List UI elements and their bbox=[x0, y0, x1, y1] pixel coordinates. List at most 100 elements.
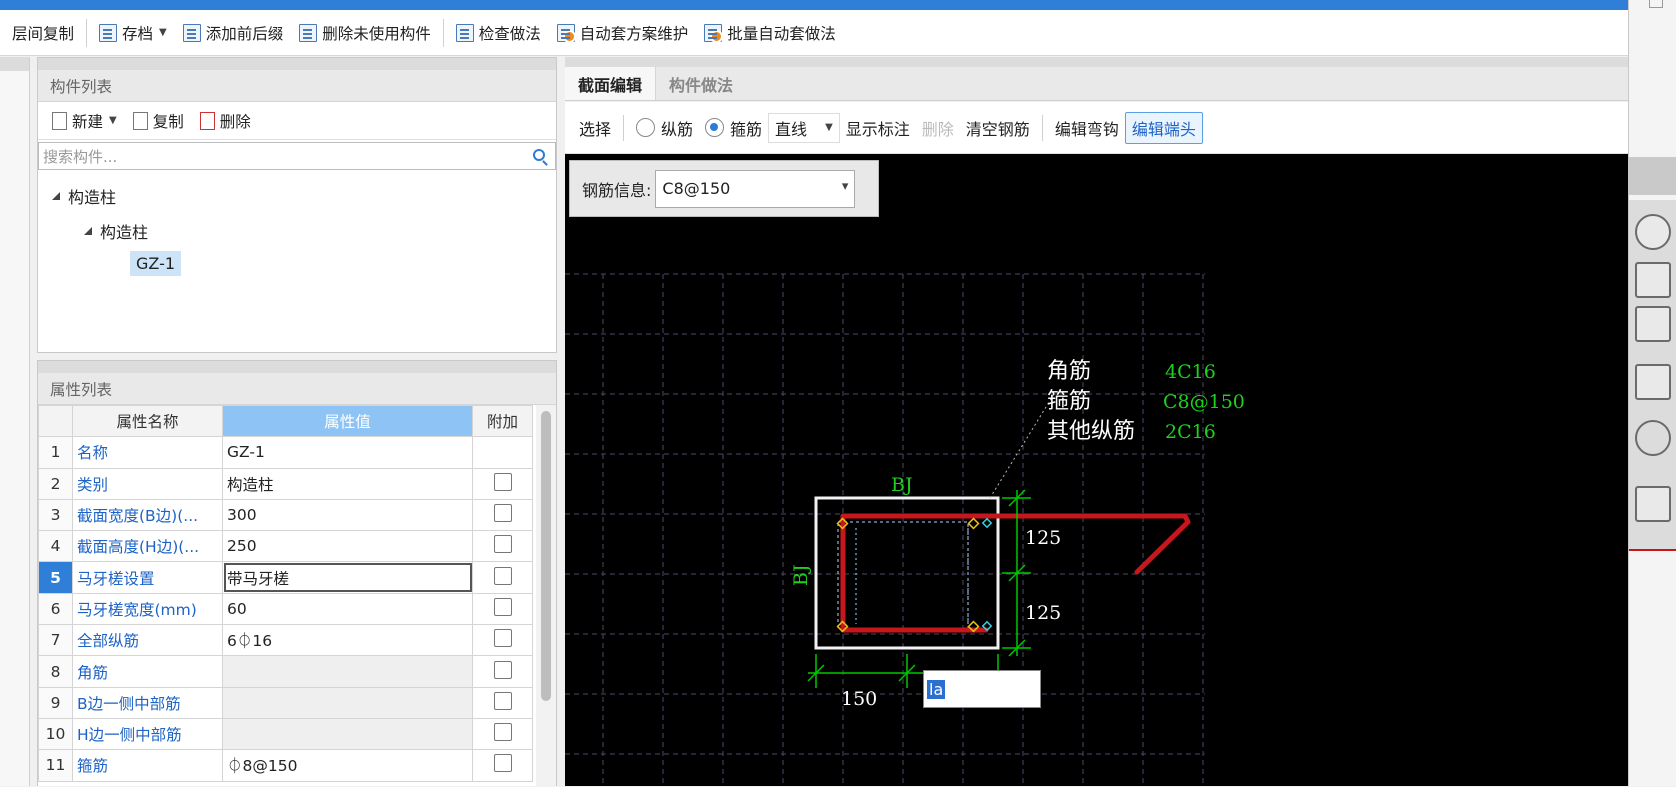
corner-markers bbox=[836, 517, 980, 633]
property-name: 马牙槎设置 bbox=[72, 561, 223, 594]
table-row[interactable]: 3 截面宽度(B边)(... 300 bbox=[38, 498, 533, 532]
panel-grip bbox=[38, 361, 556, 373]
copy-icon bbox=[132, 111, 148, 130]
property-scrollbar[interactable] bbox=[536, 405, 556, 787]
rotate-icon[interactable] bbox=[1635, 420, 1671, 456]
extra-checkbox[interactable] bbox=[493, 504, 512, 523]
line-mode-select[interactable]: 直线 ▼ bbox=[768, 112, 840, 143]
tab-section-edit[interactable]: 截面编辑 bbox=[565, 67, 657, 100]
section-canvas[interactable]: 角筋 箍筋 其他纵筋 4C16 C8@150 2C16 BJ BJ 125 12… bbox=[565, 154, 1628, 786]
extra-checkbox[interactable] bbox=[493, 535, 512, 554]
collapsed-nav-panel[interactable] bbox=[0, 57, 30, 786]
window-control-icon[interactable] bbox=[1649, 0, 1663, 8]
extra-checkbox[interactable] bbox=[493, 660, 512, 679]
tab-component-method[interactable]: 构件做法 bbox=[656, 67, 746, 100]
scrollbar-thumb[interactable] bbox=[541, 411, 551, 701]
extra-checkbox[interactable] bbox=[493, 723, 512, 742]
property-value[interactable]: 60 bbox=[222, 592, 473, 626]
table-row[interactable]: 2 类别 构造柱 bbox=[38, 467, 533, 500]
copy-label: 复制 bbox=[152, 112, 184, 131]
batch-auto-button[interactable]: 批量自动套做法 bbox=[696, 17, 844, 49]
edit-hook-button[interactable]: 编辑弯钩 bbox=[1049, 116, 1125, 140]
floor-copy-label: 层间复制 bbox=[12, 24, 75, 43]
property-value-header[interactable]: 属性值 bbox=[222, 404, 473, 438]
property-value[interactable] bbox=[222, 655, 473, 688]
table-row[interactable]: 10 H边一侧中部筋 bbox=[38, 717, 533, 751]
property-value[interactable]: GZ-1 bbox=[222, 436, 473, 469]
show-dims-button[interactable]: 显示标注 bbox=[840, 116, 916, 140]
rebar-info-select[interactable]: C8@150 bbox=[655, 169, 856, 208]
property-value-editor[interactable]: 带马牙槎 bbox=[222, 561, 473, 594]
extra-header[interactable]: 附加 bbox=[472, 404, 533, 438]
row-number: 7 bbox=[38, 624, 73, 657]
clear-rebar-button[interactable]: 清空钢筋 bbox=[960, 116, 1036, 140]
property-value[interactable]: 300 bbox=[222, 498, 473, 532]
extra-checkbox[interactable] bbox=[493, 472, 512, 491]
property-list-title: 属性列表 bbox=[38, 373, 556, 405]
floor-copy-button[interactable]: 层间复制 bbox=[4, 17, 82, 49]
section-drawing[interactable]: 角筋 箍筋 其他纵筋 4C16 C8@150 2C16 BJ BJ 125 12… bbox=[565, 154, 1628, 786]
check-method-button[interactable]: 检查做法 bbox=[448, 17, 549, 49]
box-view-icon[interactable] bbox=[1635, 364, 1671, 400]
3d-view-icon[interactable] bbox=[1635, 262, 1671, 298]
table-row[interactable]: 11 箍筋 ⏀8@150 bbox=[38, 749, 533, 782]
extra-checkbox[interactable] bbox=[493, 597, 512, 616]
tree-node-gz1[interactable]: GZ-1 bbox=[130, 251, 182, 276]
property-table: 属性名称 属性值 附加 1 名称 GZ-1 2 类别 构造柱 3 截面宽度(B边… bbox=[38, 404, 533, 782]
legend-label-corner: 角筋 bbox=[1047, 359, 1091, 384]
property-value[interactable]: ⏀8@150 bbox=[222, 749, 473, 782]
table-row[interactable]: 8 角筋 bbox=[38, 655, 533, 688]
property-name: 全部纵筋 bbox=[72, 624, 223, 657]
extra-cell bbox=[472, 467, 533, 500]
panel-grip bbox=[0, 57, 29, 71]
table-row-current[interactable]: 5 马牙槎设置 带马牙槎 bbox=[38, 561, 533, 594]
copy-component-button[interactable]: 复制 bbox=[125, 110, 192, 132]
toolbar-separator bbox=[86, 18, 88, 47]
archive-button[interactable]: 存档 ▼ bbox=[91, 17, 175, 49]
property-value[interactable]: 250 bbox=[222, 530, 473, 563]
new-component-button[interactable]: 新建 ▼ bbox=[44, 110, 125, 132]
search-placeholder: 搜索构件... bbox=[43, 147, 118, 166]
tree-node-root[interactable]: 构造柱 bbox=[52, 184, 116, 208]
extra-checkbox[interactable] bbox=[493, 629, 512, 648]
property-value[interactable] bbox=[222, 717, 473, 751]
table-row[interactable]: 1 名称 GZ-1 bbox=[38, 436, 533, 469]
top-view-icon[interactable] bbox=[1635, 306, 1671, 342]
table-row[interactable]: 6 马牙槎宽度(mm) 60 bbox=[38, 592, 533, 626]
property-value[interactable]: 构造柱 bbox=[222, 467, 473, 500]
edit-end-button[interactable]: 编辑端头 bbox=[1124, 111, 1203, 144]
property-value[interactable] bbox=[222, 686, 473, 719]
property-value[interactable]: 6⏀16 bbox=[222, 624, 473, 657]
auto-scheme-button[interactable]: 自动套方案维护 bbox=[549, 17, 697, 49]
length-input[interactable]: la bbox=[923, 670, 1041, 708]
editor-tabs: 截面编辑 构件做法 bbox=[565, 67, 1628, 101]
delete-rebar-button[interactable]: 删除 bbox=[916, 116, 960, 140]
longitudinal-radio[interactable]: 纵筋 bbox=[630, 116, 699, 140]
chevron-down-icon[interactable]: ▼ bbox=[159, 27, 167, 38]
layout-icon[interactable] bbox=[1635, 486, 1671, 522]
table-row[interactable]: 4 截面高度(H边)(... 250 bbox=[38, 530, 533, 563]
stirrup-radio[interactable]: 箍筋 bbox=[699, 116, 768, 140]
tree-node-child[interactable]: 构造柱 bbox=[84, 219, 148, 243]
extra-cell bbox=[472, 686, 533, 719]
expand-icon[interactable] bbox=[52, 192, 60, 200]
side-marker bbox=[981, 517, 993, 529]
extra-checkbox[interactable] bbox=[493, 691, 512, 710]
add-prefix-suffix-button[interactable]: 添加前后缀 bbox=[175, 17, 292, 49]
delete-component-button[interactable]: 删除 bbox=[192, 110, 259, 132]
search-icon[interactable] bbox=[533, 149, 545, 161]
expand-icon[interactable] bbox=[84, 227, 92, 235]
extra-checkbox[interactable] bbox=[493, 754, 512, 773]
property-name-header[interactable]: 属性名称 bbox=[72, 404, 223, 438]
select-button[interactable]: 选择 bbox=[573, 116, 617, 140]
table-row[interactable]: 9 B边一侧中部筋 bbox=[38, 686, 533, 719]
table-row[interactable]: 7 全部纵筋 6⏀16 bbox=[38, 624, 533, 657]
component-search-input[interactable]: 搜索构件... bbox=[38, 142, 556, 170]
delete-unused-button[interactable]: 删除未使用构件 bbox=[291, 17, 439, 49]
chevron-down-icon[interactable]: ▼ bbox=[109, 115, 117, 126]
chevron-down-icon[interactable]: ▼ bbox=[825, 122, 833, 133]
orbit-icon[interactable] bbox=[1635, 214, 1671, 250]
radio-icon[interactable] bbox=[636, 118, 656, 137]
extra-checkbox[interactable] bbox=[493, 566, 512, 585]
radio-selected-icon[interactable] bbox=[705, 118, 725, 137]
